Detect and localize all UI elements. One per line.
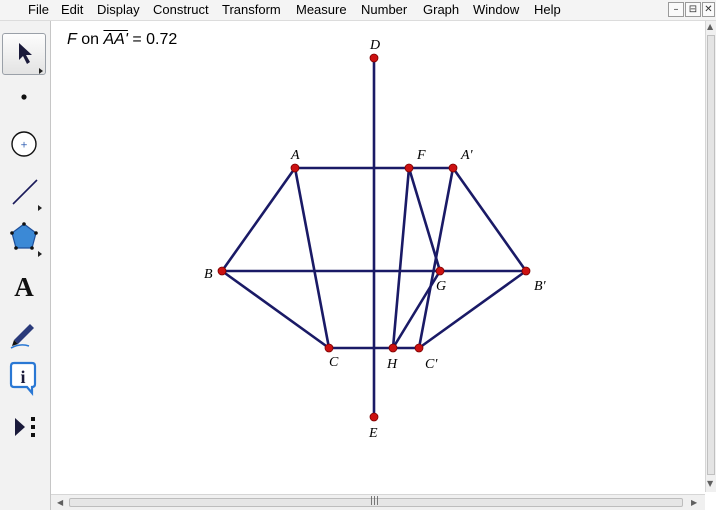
segment-f-h[interactable]	[391, 166, 411, 350]
point-d[interactable]	[369, 53, 379, 63]
vertical-scroll-thumb[interactable]	[707, 35, 715, 475]
information-tool[interactable]: i	[2, 358, 46, 400]
point-b2[interactable]	[521, 266, 531, 276]
text-tool[interactable]: A	[2, 265, 46, 307]
info-icon: i	[9, 361, 37, 397]
menu-file[interactable]: File	[28, 2, 49, 17]
point-c[interactable]	[324, 343, 334, 353]
point-label-d[interactable]: D	[369, 38, 380, 53]
menu-construct[interactable]: Construct	[153, 2, 209, 17]
minimize-button[interactable]: –	[668, 2, 684, 17]
restore-button[interactable]: ⊟	[685, 2, 701, 17]
point-tool[interactable]	[2, 76, 46, 118]
scroll-right-arrow-icon[interactable]: ▶	[691, 498, 697, 507]
horizontal-scrollbar[interactable]: ◀ ||| ▶	[51, 494, 705, 510]
point-label-a[interactable]: A	[290, 148, 300, 163]
geometry-figure[interactable]: A F A' B G B' C H C' D E	[51, 21, 705, 492]
scroll-up-arrow-icon[interactable]: ▲	[707, 22, 713, 31]
custom-tool-icon	[15, 417, 35, 437]
svg-text:+: +	[20, 141, 28, 151]
point-icon	[21, 94, 27, 100]
marker-tool[interactable]	[2, 312, 46, 354]
vertical-scrollbar[interactable]: ▲ ▼	[705, 21, 716, 492]
menu-measure[interactable]: Measure	[296, 2, 347, 17]
scroll-down-arrow-icon[interactable]: ▼	[707, 479, 713, 488]
segment-a-c[interactable]	[293, 166, 331, 350]
point-label-e[interactable]: E	[368, 426, 378, 441]
compass-circle-icon: +	[11, 131, 37, 157]
menu-graph[interactable]: Graph	[423, 2, 459, 17]
scroll-left-arrow-icon[interactable]: ◀	[57, 498, 63, 507]
marker-pen-icon	[10, 324, 34, 349]
point-label-c[interactable]: C	[329, 355, 339, 370]
point-h[interactable]	[388, 343, 398, 353]
point-label-f[interactable]: F	[416, 148, 426, 163]
segment-a-b[interactable]	[220, 166, 297, 273]
horizontal-scroll-thumb[interactable]: |||	[69, 496, 683, 507]
point-b[interactable]	[217, 266, 227, 276]
segment-b-c[interactable]	[220, 269, 331, 350]
menu-help[interactable]: Help	[534, 2, 561, 17]
straightedge-icon	[12, 179, 42, 211]
info-tool-glyph: i	[20, 367, 25, 387]
menu-window[interactable]: Window	[473, 2, 519, 17]
menu-number[interactable]: Number	[361, 2, 407, 17]
arrow-tool[interactable]	[2, 33, 46, 75]
scroll-grip: |||	[370, 496, 380, 506]
text-icon: A	[14, 272, 34, 302]
point-label-c2[interactable]: C'	[425, 357, 438, 372]
segment-f-g[interactable]	[407, 166, 442, 273]
text-tool-glyph: A	[14, 272, 34, 302]
point-g[interactable]	[435, 266, 445, 276]
point-a2[interactable]	[448, 163, 458, 173]
polygon-icon	[10, 222, 42, 257]
menu-bar: File Edit Display Construct Transform Me…	[0, 0, 716, 21]
compass-tool[interactable]: +	[2, 123, 46, 165]
straightedge-tool[interactable]	[2, 171, 46, 213]
point-f[interactable]	[404, 163, 414, 173]
menu-display[interactable]: Display	[97, 2, 140, 17]
arrow-icon	[19, 43, 43, 74]
segment-a2-b2[interactable]	[451, 166, 528, 273]
menu-edit[interactable]: Edit	[61, 2, 83, 17]
point-label-h[interactable]: H	[386, 357, 398, 372]
polygon-tool[interactable]	[2, 217, 46, 259]
point-e[interactable]	[369, 412, 379, 422]
menu-transform[interactable]: Transform	[222, 2, 281, 17]
point-label-a2[interactable]: A'	[460, 148, 474, 163]
sketch-canvas[interactable]: F on AA' = 0.72 A F A' B G B' C H C' D E	[51, 21, 705, 492]
point-a[interactable]	[290, 163, 300, 173]
toolbox: + A i	[0, 21, 51, 510]
point-c2[interactable]	[414, 343, 424, 353]
close-button[interactable]: ✕	[702, 2, 715, 17]
custom-tool[interactable]	[2, 406, 46, 448]
point-label-b[interactable]: B	[204, 267, 213, 282]
point-label-g[interactable]: G	[436, 279, 446, 294]
point-label-b2[interactable]: B'	[534, 279, 547, 294]
